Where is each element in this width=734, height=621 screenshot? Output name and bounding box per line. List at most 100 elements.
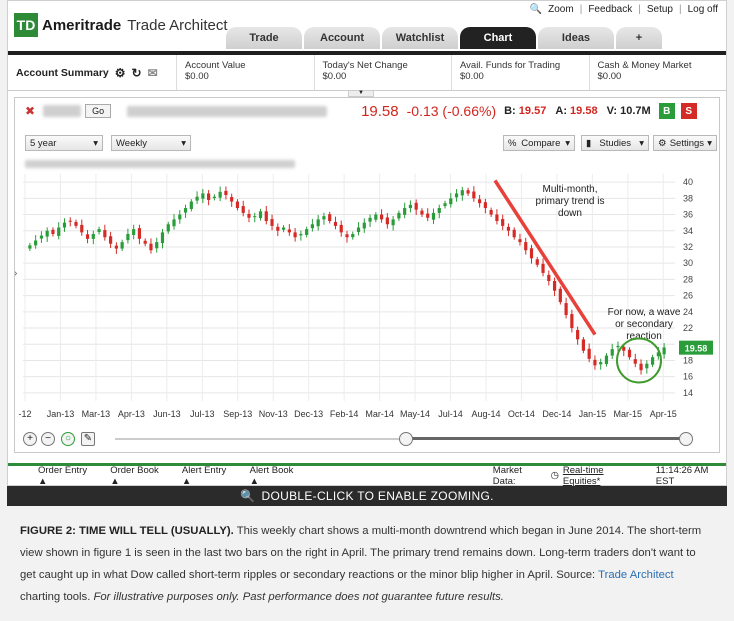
alert-book-tab[interactable]: Alert Book ▲ xyxy=(250,465,303,487)
candle-body xyxy=(195,196,199,201)
figure-caption: FIGURE 2: TIME WILL TELL (USUALLY). This… xyxy=(20,520,710,608)
zoom-slider-left-handle[interactable] xyxy=(399,432,413,446)
compare-button[interactable]: % Compare ▾ xyxy=(503,135,575,151)
candle-body xyxy=(622,346,626,351)
candle-body xyxy=(414,202,418,210)
candle-body xyxy=(207,193,211,200)
order-book-tab[interactable]: Order Book ▲ xyxy=(110,465,168,487)
candle-body xyxy=(593,359,597,366)
x-tick-label: Jul-14 xyxy=(438,409,463,419)
clock-icon: ◷ xyxy=(550,470,559,481)
candle-body xyxy=(397,212,401,219)
candle-body xyxy=(109,236,113,244)
go-button[interactable]: Go xyxy=(85,104,112,118)
order-entry-tab[interactable]: Order Entry ▲ xyxy=(38,465,96,487)
zoom-out-icon[interactable]: − xyxy=(41,432,55,446)
y-tick-label: 22 xyxy=(683,323,693,333)
y-tick-label: 28 xyxy=(683,274,693,284)
price-chart[interactable]: 1416182022242628303234363840-12Jan-13Mar… xyxy=(15,156,719,428)
tab-add[interactable]: + xyxy=(616,27,662,49)
candle-body xyxy=(160,232,165,244)
link-zoom[interactable]: Zoom xyxy=(548,4,574,15)
candle-body xyxy=(639,363,643,371)
candle-body xyxy=(328,214,332,222)
candle-body xyxy=(189,201,193,210)
candle-body xyxy=(212,196,216,198)
candle-body xyxy=(132,229,136,235)
chevron-down-icon: ▾ xyxy=(181,137,186,149)
candle-body xyxy=(97,229,101,233)
annotation-secondary-reaction: For now, a wave xyxy=(608,307,681,318)
candle-body xyxy=(305,229,309,235)
candle-body xyxy=(224,190,228,196)
range-select[interactable]: 5 year ▾ xyxy=(25,135,103,151)
candle-body xyxy=(552,281,557,291)
candle-body xyxy=(587,348,591,359)
refresh-icon[interactable]: ↻ xyxy=(132,66,142,80)
candle-body xyxy=(472,191,476,199)
link-feedback[interactable]: Feedback xyxy=(588,4,632,15)
x-tick-label: Jun-13 xyxy=(153,409,181,419)
market-data-label: Market Data: xyxy=(492,464,522,487)
candle-body xyxy=(310,224,315,229)
caption-link[interactable]: Trade Architect xyxy=(598,569,674,581)
candle-body xyxy=(431,212,436,220)
candle-body xyxy=(183,208,188,213)
y-tick-label: 26 xyxy=(683,291,693,301)
candle-body xyxy=(356,227,361,233)
zoom-fit-icon[interactable]: ○ xyxy=(61,432,75,446)
candle-body xyxy=(449,198,453,205)
zoom-slider-right-handle[interactable] xyxy=(679,432,693,446)
candle-body xyxy=(489,209,493,215)
mail-icon[interactable]: ✉ xyxy=(148,66,158,80)
sell-button[interactable]: S xyxy=(680,103,697,119)
link-setup[interactable]: Setup xyxy=(647,4,673,15)
cash-label: Cash & Money Market xyxy=(597,60,692,71)
interval-select[interactable]: Weekly ▾ xyxy=(111,135,191,151)
candle-body xyxy=(316,219,320,227)
candle-body xyxy=(264,211,268,222)
candle-body xyxy=(616,345,620,348)
gear-icon[interactable]: ⚙ xyxy=(115,66,126,80)
tab-trade[interactable]: Trade xyxy=(226,27,302,49)
zoom-hint-bar[interactable]: 🔍 DOUBLE-CLICK TO ENABLE ZOOMING. xyxy=(7,486,727,506)
zoom-icon[interactable]: 🔍 xyxy=(530,4,542,15)
zoom-slider-range[interactable] xyxy=(407,437,689,440)
candle-body xyxy=(385,217,389,225)
candle-body xyxy=(403,208,407,215)
alert-entry-tab[interactable]: Alert Entry ▲ xyxy=(182,465,236,487)
candle-body xyxy=(604,355,609,365)
collapse-handle[interactable]: ▼ xyxy=(348,90,374,97)
cash-value: $0.00 xyxy=(597,71,622,82)
zoom-slider-track[interactable] xyxy=(115,438,405,440)
candle-body xyxy=(379,214,384,220)
link-logoff[interactable]: Log off xyxy=(688,4,718,15)
tab-chart[interactable]: Chart xyxy=(460,27,536,49)
zoom-in-icon[interactable]: + xyxy=(23,432,37,446)
y-tick-label: 32 xyxy=(683,242,693,252)
main-tabs: Trade Account Watchlist Chart Ideas + xyxy=(226,27,664,49)
studies-button[interactable]: ▮ Studies ▾ xyxy=(581,135,649,151)
annotation-primary-trend: primary trend is xyxy=(536,196,605,207)
tab-watchlist[interactable]: Watchlist xyxy=(382,27,458,49)
tab-ideas[interactable]: Ideas xyxy=(538,27,614,49)
candle-body xyxy=(529,248,534,259)
candle-body xyxy=(570,314,574,329)
buy-button[interactable]: B xyxy=(658,103,675,119)
candle-body xyxy=(201,193,205,199)
draw-tool-icon[interactable]: ✎ xyxy=(81,432,95,446)
bottom-bar: Order Entry ▲ Order Book ▲ Alert Entry ▲… xyxy=(8,463,726,487)
chevron-down-icon: ▾ xyxy=(707,137,712,149)
symbol-input[interactable] xyxy=(43,105,82,117)
candle-body xyxy=(599,362,603,365)
market-data-link[interactable]: Real-time Equities* xyxy=(563,465,640,487)
candle-body xyxy=(524,242,528,251)
tab-account[interactable]: Account xyxy=(304,27,380,49)
candle-body xyxy=(235,201,240,209)
candle-body xyxy=(230,197,234,202)
candle-body xyxy=(178,214,182,220)
candle-body xyxy=(143,240,147,244)
settings-button[interactable]: ⚙ Settings ▾ xyxy=(653,135,717,151)
detach-icon[interactable]: ✖ xyxy=(25,104,35,118)
y-tick-label: 30 xyxy=(683,258,693,268)
